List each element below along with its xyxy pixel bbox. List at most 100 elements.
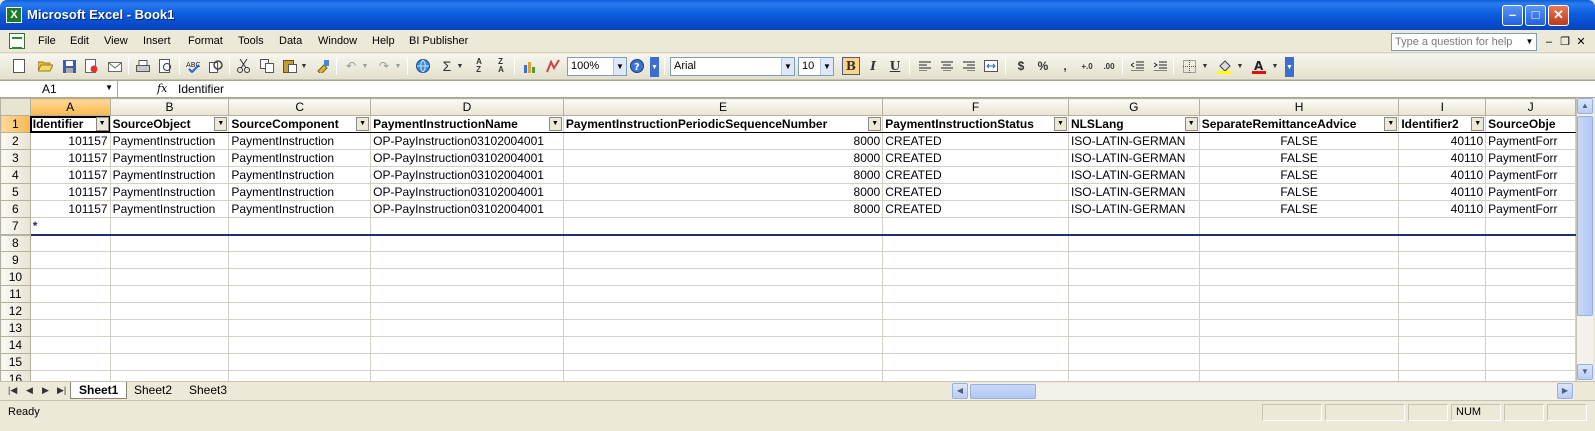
undo-icon[interactable]: ↶ [342, 57, 360, 75]
font-color-dropdown-icon[interactable]: ▼ [1270, 57, 1280, 75]
cell[interactable]: FALSE [1198, 149, 1400, 167]
percent-button[interactable]: % [1034, 57, 1052, 75]
research-icon[interactable] [207, 57, 225, 75]
cell[interactable]: PaymentForr [1485, 166, 1576, 184]
font-size-select[interactable]: 10 ▼ [798, 57, 834, 76]
cell[interactable]: PaymentInstruction [228, 149, 372, 167]
menu-window[interactable]: Window [318, 35, 357, 47]
vertical-scrollbar[interactable]: ▲ ▼ [1576, 98, 1593, 381]
cell[interactable] [1198, 217, 1400, 236]
cell[interactable]: PaymentInstruction [228, 166, 372, 184]
cell[interactable]: ISO-LATIN-GERMAN [1067, 183, 1200, 201]
print-icon[interactable] [134, 57, 152, 75]
tab-sheet1[interactable]: Sheet1 [70, 382, 128, 399]
autofilter-dropdown-icon[interactable]: ▼ [1053, 117, 1067, 131]
menu-view[interactable]: View [104, 35, 128, 47]
excel-app-icon[interactable]: X [6, 7, 22, 23]
redo-dropdown-icon[interactable]: ▼ [393, 57, 403, 75]
cell[interactable]: FALSE [1198, 166, 1400, 184]
scroll-up-icon[interactable]: ▲ [1577, 98, 1593, 114]
currency-button[interactable]: $ [1012, 57, 1030, 75]
cell[interactable]: OP-PayInstruction03102004001 [370, 166, 564, 184]
cell[interactable]: PaymentInstruction [109, 166, 230, 184]
name-box[interactable]: A1 ▼ [0, 81, 118, 97]
maximize-button[interactable]: □ [1525, 5, 1546, 26]
merge-center-icon[interactable] [982, 57, 1000, 75]
cell[interactable]: CREATED [882, 166, 1069, 184]
font-size-dropdown-icon[interactable]: ▼ [820, 58, 833, 75]
comma-button[interactable]: , [1056, 57, 1074, 75]
workbook-close-button[interactable]: ✕ [1575, 35, 1587, 49]
scroll-right-icon[interactable]: ▶ [1557, 383, 1573, 399]
autosum-icon[interactable]: Σ [438, 57, 456, 75]
column-header-b[interactable]: B [109, 98, 230, 116]
column-header-h[interactable]: H [1198, 98, 1400, 116]
autofilter-dropdown-icon[interactable]: ▼ [95, 117, 109, 131]
cell[interactable] [109, 217, 230, 236]
column-header-i[interactable]: I [1398, 98, 1487, 116]
column-header-e[interactable]: E [562, 98, 884, 116]
row-header[interactable]: 16 [0, 370, 31, 381]
font-color-icon[interactable]: A [1250, 57, 1268, 75]
row-header[interactable]: 12 [0, 302, 31, 320]
row-header[interactable]: 14 [0, 336, 31, 354]
previous-sheet-icon[interactable]: ◀ [26, 385, 33, 396]
row-header[interactable]: 5 [0, 183, 31, 201]
cell[interactable] [228, 217, 372, 236]
cell[interactable]: 101157 [29, 149, 111, 167]
toolbar-options-icon[interactable]: ▼ [650, 57, 659, 77]
autofilter-dropdown-icon[interactable]: ▼ [1384, 117, 1398, 131]
menu-help[interactable]: Help [372, 35, 395, 47]
header-cell-sourceobject2[interactable]: SourceObje [1485, 115, 1576, 133]
font-name-dropdown-icon[interactable]: ▼ [781, 58, 794, 75]
cell[interactable]: 101157 [29, 132, 111, 150]
row-header[interactable]: 15 [0, 353, 31, 371]
scroll-down-icon[interactable]: ▼ [1577, 364, 1593, 380]
increase-indent-icon[interactable] [1151, 57, 1169, 75]
paste-dropdown-icon[interactable]: ▼ [299, 57, 309, 75]
cell[interactable]: ISO-LATIN-GERMAN [1067, 149, 1200, 167]
permission-icon[interactable] [82, 57, 100, 75]
cell[interactable]: CREATED [882, 183, 1069, 201]
autosum-dropdown-icon[interactable]: ▼ [455, 57, 465, 75]
row-header[interactable]: 9 [0, 251, 31, 269]
vertical-scroll-thumb[interactable] [1577, 116, 1593, 316]
zoom-dropdown-icon[interactable]: ▼ [613, 58, 626, 75]
cell[interactable]: 8000 [562, 132, 884, 150]
cell[interactable]: ISO-LATIN-GERMAN [1067, 132, 1200, 150]
workbook-restore-button[interactable]: ❐ [1559, 35, 1571, 49]
column-header-f[interactable]: F [882, 98, 1069, 116]
cell[interactable]: OP-PayInstruction03102004001 [370, 132, 564, 150]
column-header-c[interactable]: C [228, 98, 372, 116]
cell[interactable]: CREATED [882, 149, 1069, 167]
cell[interactable]: 101157 [29, 166, 111, 184]
cell[interactable]: 40110 [1398, 166, 1487, 184]
workbook-minimize-button[interactable]: – [1543, 35, 1555, 49]
scroll-left-icon[interactable]: ◀ [952, 383, 968, 399]
cell[interactable]: PaymentInstruction [228, 200, 372, 218]
help-icon[interactable]: ? [628, 57, 646, 75]
chart-wizard-icon[interactable] [521, 57, 539, 75]
help-dropdown-icon[interactable]: ▼ [1523, 34, 1536, 50]
copy-icon[interactable] [258, 57, 276, 75]
row-header[interactable]: 7 [0, 217, 31, 236]
menu-data[interactable]: Data [279, 35, 302, 47]
insert-row-marker[interactable]: * [29, 217, 111, 236]
tab-sheet2[interactable]: Sheet2 [126, 382, 180, 399]
cell[interactable]: OP-PayInstruction03102004001 [370, 183, 564, 201]
cell[interactable] [562, 217, 884, 236]
cell[interactable]: 101157 [29, 200, 111, 218]
cell[interactable]: CREATED [882, 200, 1069, 218]
bold-button[interactable]: B [842, 57, 860, 75]
column-header-g[interactable]: G [1067, 98, 1200, 116]
row-header[interactable]: 11 [0, 285, 31, 303]
autofilter-dropdown-icon[interactable]: ▼ [1184, 117, 1198, 131]
cell[interactable]: PaymentForr [1485, 183, 1576, 201]
close-button[interactable]: ✕ [1548, 5, 1569, 26]
cell[interactable]: PaymentForr [1485, 200, 1576, 218]
email-icon[interactable] [106, 57, 124, 75]
cell[interactable]: OP-PayInstruction03102004001 [370, 200, 564, 218]
cell[interactable]: PaymentInstruction [109, 183, 230, 201]
horizontal-scroll-thumb[interactable] [970, 384, 1036, 399]
cell[interactable]: OP-PayInstruction03102004001 [370, 149, 564, 167]
